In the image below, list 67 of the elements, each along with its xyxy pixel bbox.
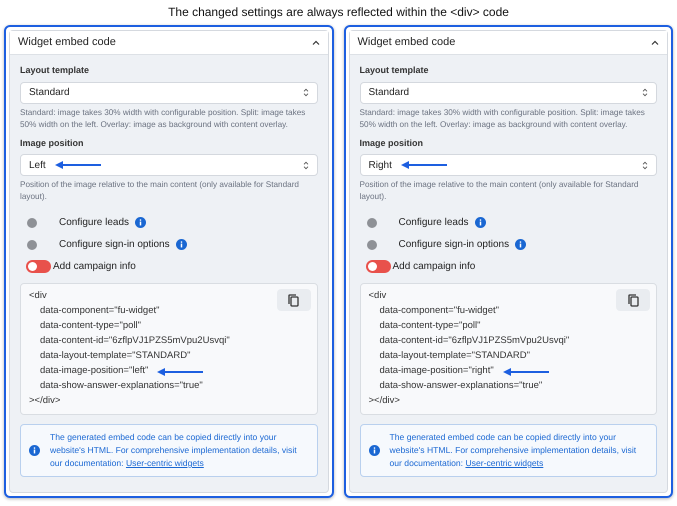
select-field[interactable]: Right (360, 154, 657, 176)
select-caret-icon (642, 160, 648, 170)
select-field[interactable]: Standard (360, 82, 657, 104)
copy-icon (288, 294, 299, 306)
arrow-icon (156, 366, 204, 376)
select-caret-icon (302, 88, 308, 97)
code-line: data-layout-template="STANDARD" (40, 349, 190, 364)
code-line: data-component="fu-widget" (40, 304, 160, 318)
info-icon[interactable] (368, 445, 380, 456)
code-line: data-content-type="poll" (40, 319, 142, 334)
help-text: Position of the image relative to the main content (only available for Standard layout). (360, 179, 640, 203)
option-label: Add campaign info (53, 260, 136, 274)
copy-button[interactable] (276, 289, 310, 311)
accordion-header[interactable]: Widget embed code (350, 31, 667, 55)
arrow-icon (400, 160, 448, 170)
select-caret-icon (642, 88, 648, 97)
option-label: Configure sign-in options (398, 238, 510, 252)
code-line: data-layout-template="STANDARD" (380, 349, 530, 364)
toggle-switch[interactable] (366, 260, 390, 273)
panel-title: Widget embed code (358, 35, 456, 50)
option-label: Configure leads (398, 216, 469, 230)
code-line: data-content-id="6zflpVJ1PZS5mVpu2Usvqi" (380, 334, 570, 348)
select-value: Right (368, 158, 392, 172)
code-line: data-image-position="left" (40, 364, 148, 378)
arrow-icon (502, 366, 550, 376)
code-line: ></div> (29, 394, 60, 408)
select-value: Left (29, 158, 46, 172)
code-line: data-component="fu-widget" (380, 304, 499, 318)
field-label: Layout template (20, 64, 90, 77)
select-field[interactable]: Standard (20, 82, 318, 104)
info-icon[interactable] (515, 239, 526, 250)
copy-icon (628, 294, 638, 306)
panel-title: Widget embed code (18, 35, 116, 50)
code-line: data-content-id="6zflpVJ1PZS5mVpu2Usvqi" (40, 334, 230, 348)
code-line: data-show-answer-explanations="true" (40, 379, 203, 394)
select-value: Standard (29, 86, 70, 100)
toggle-switch[interactable] (26, 260, 51, 273)
info-icon[interactable] (176, 239, 187, 250)
select-field[interactable]: Left (20, 154, 318, 176)
callout-text: The generated embed code can be copied directly into your website's HTML. For comprehensive implementation details, visit our documentation: User-centric widgets (50, 431, 298, 470)
code-line: data-show-answer-explanations="true" (380, 379, 542, 394)
documentation-link[interactable]: User-centric widgets (126, 458, 204, 468)
field-label: Image position (360, 136, 424, 150)
code-line: <div (368, 289, 386, 304)
select-value: Standard (368, 86, 410, 100)
option-label: Configure leads (59, 216, 130, 230)
field-label: Layout template (360, 64, 430, 77)
field-label: Image position (20, 136, 85, 150)
select-caret-icon (302, 160, 308, 170)
code-line: <div (29, 289, 47, 304)
code-line: ></div> (368, 394, 400, 408)
code-line: data-image-position="right" (380, 364, 494, 378)
info-icon[interactable] (135, 217, 146, 228)
callout-text: The generated embed code can be copied directly into your website's HTML. For comprehensive implementation details, visit our documentation: User-centric widgets (390, 431, 638, 470)
info-icon[interactable] (29, 445, 40, 456)
caption: The changed settings are always reflected within the <div> code (167, 4, 510, 21)
info-icon[interactable] (474, 217, 486, 228)
arrow-icon (54, 160, 102, 170)
code-line: data-content-type="poll" (380, 319, 481, 334)
option-label: Configure sign-in options (59, 238, 170, 252)
accordion-header[interactable]: Widget embed code (10, 31, 328, 55)
option-label: Add campaign info (392, 260, 476, 274)
help-text: Standard: image takes 30% width with configurable position. Split: image takes 50% width on the left. Overlay: image as background with content overlay. (360, 106, 646, 130)
copy-button[interactable] (616, 289, 650, 311)
help-text: Position of the image relative to the main content (only available for Standard layout). (20, 179, 300, 203)
help-text: Standard: image takes 30% width with configurable position. Split: image takes 50% width on the left. Overlay: image as background with content overlay. (20, 106, 306, 130)
documentation-link[interactable]: User-centric widgets (465, 458, 544, 468)
